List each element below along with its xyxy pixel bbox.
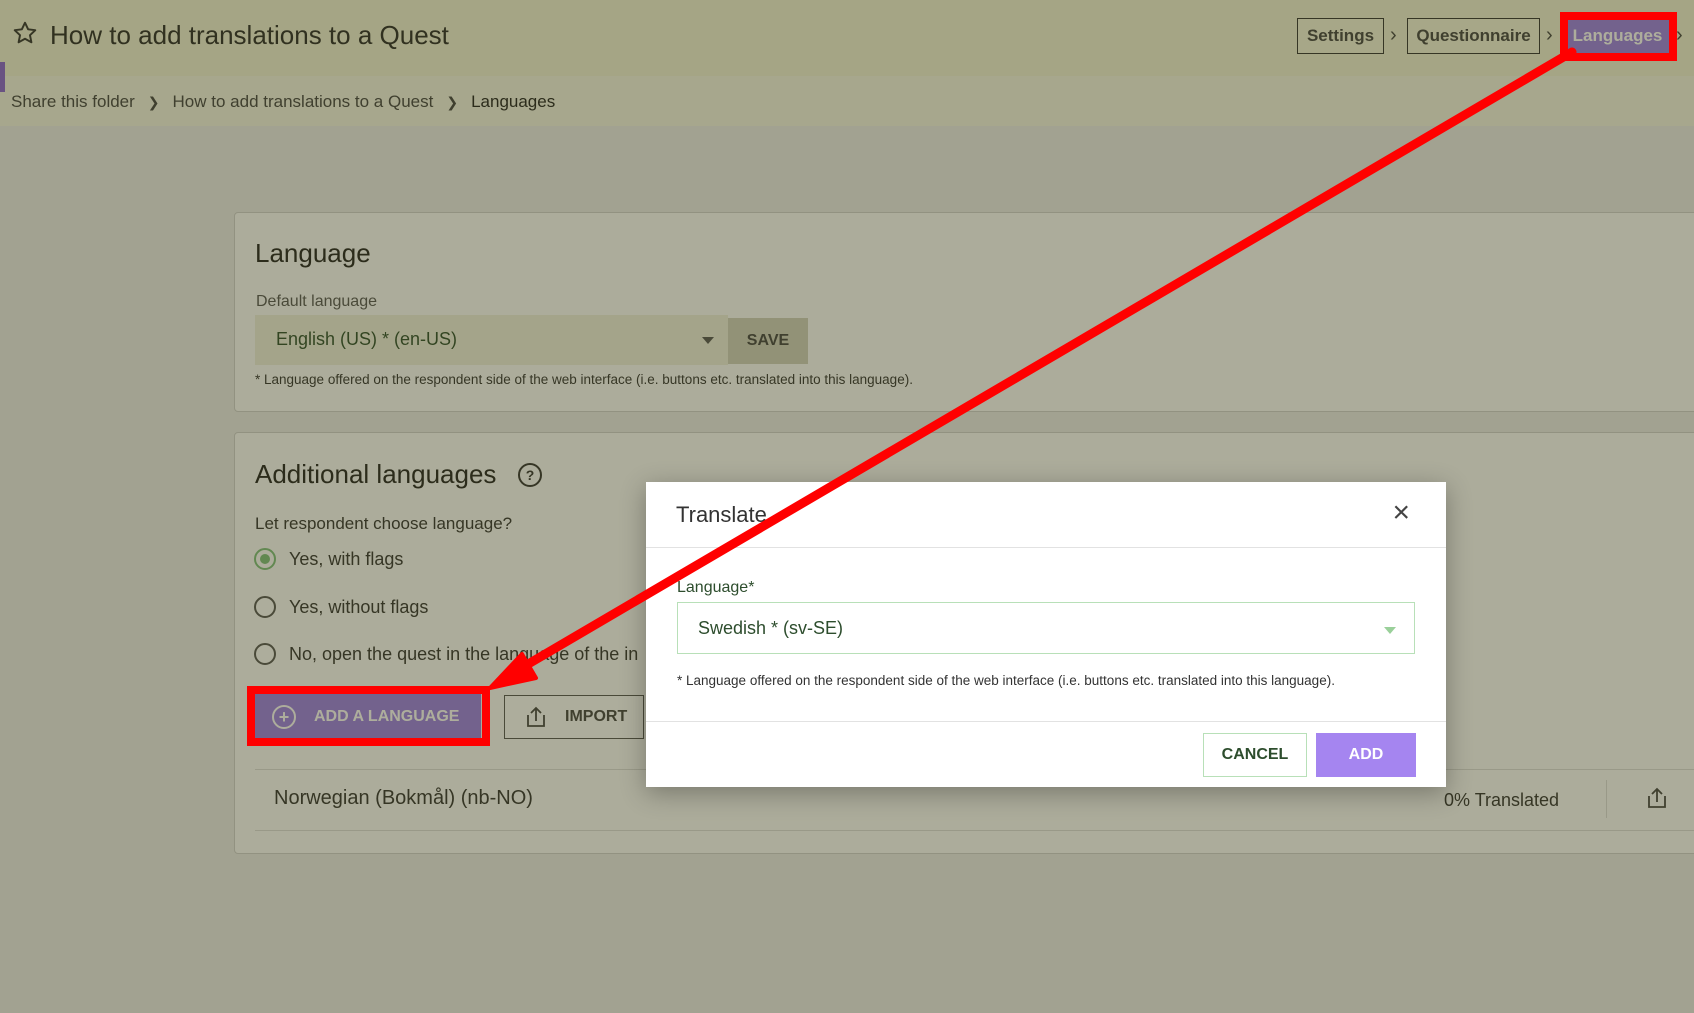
annotation-arrow (488, 47, 1577, 690)
page: How to add translations to a Quest Setti… (0, 0, 1694, 1013)
